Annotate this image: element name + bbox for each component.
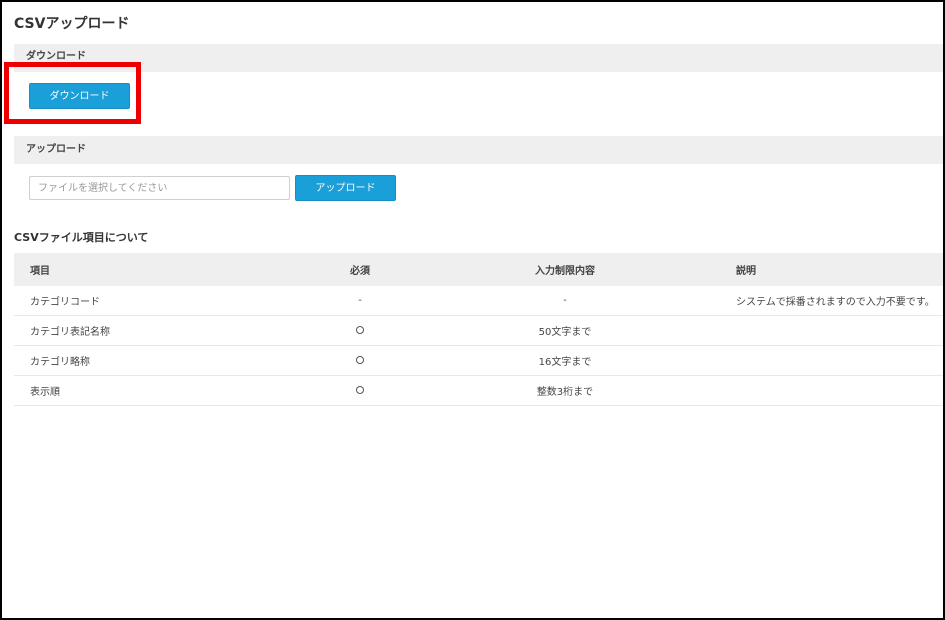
- download-section-header: ダウンロード: [14, 44, 943, 72]
- cell-item: 表示順: [14, 375, 320, 406]
- table-row: カテゴリ略称 16文字まで: [14, 345, 943, 376]
- header-input-limit: 入力制限内容: [400, 253, 730, 286]
- cell-description: [730, 345, 943, 376]
- cell-required: [320, 315, 400, 346]
- cell-required: [320, 375, 400, 406]
- page-title: CSVアップロード: [14, 16, 130, 32]
- app-frame: CSVアップロード ダウンロード ダウンロード アップロード アップロード CS…: [0, 0, 945, 620]
- required-circle-icon: [356, 326, 364, 334]
- cell-item: カテゴリ表記名称: [14, 315, 320, 346]
- header-item: 項目: [14, 253, 320, 286]
- cell-input-limit: 整数3桁まで: [400, 375, 730, 406]
- cell-required: [320, 345, 400, 376]
- required-circle-icon: [356, 386, 364, 394]
- cell-description: [730, 315, 943, 346]
- header-description: 説明: [730, 253, 943, 286]
- download-button[interactable]: ダウンロード: [29, 83, 130, 109]
- upload-button[interactable]: アップロード: [295, 175, 396, 201]
- table-row: 表示順 整数3桁まで: [14, 375, 943, 406]
- csv-fields-table: 項目 必須 入力制限内容 説明 カテゴリコード - - システムで採番されますの…: [14, 253, 943, 406]
- cell-required: -: [320, 286, 400, 316]
- cell-input-limit: -: [400, 286, 730, 316]
- cell-item: カテゴリコード: [14, 286, 320, 316]
- upload-section-header: アップロード: [14, 136, 943, 164]
- table-row: カテゴリ表記名称 50文字まで: [14, 315, 943, 346]
- table-header-row: 項目 必須 入力制限内容 説明: [14, 253, 943, 286]
- cell-description: システムで採番されますので入力不要です。: [730, 286, 943, 316]
- required-circle-icon: [356, 356, 364, 364]
- cell-input-limit: 16文字まで: [400, 345, 730, 376]
- file-select-input[interactable]: [29, 176, 290, 200]
- cell-item: カテゴリ略称: [14, 345, 320, 376]
- cell-description: [730, 375, 943, 406]
- cell-input-limit: 50文字まで: [400, 315, 730, 346]
- csv-fields-title: CSVファイル項目について: [14, 231, 149, 244]
- download-section-label: ダウンロード: [26, 51, 86, 62]
- table-row: カテゴリコード - - システムで採番されますので入力不要です。: [14, 286, 943, 316]
- upload-section-label: アップロード: [26, 144, 86, 155]
- header-required: 必須: [320, 253, 400, 286]
